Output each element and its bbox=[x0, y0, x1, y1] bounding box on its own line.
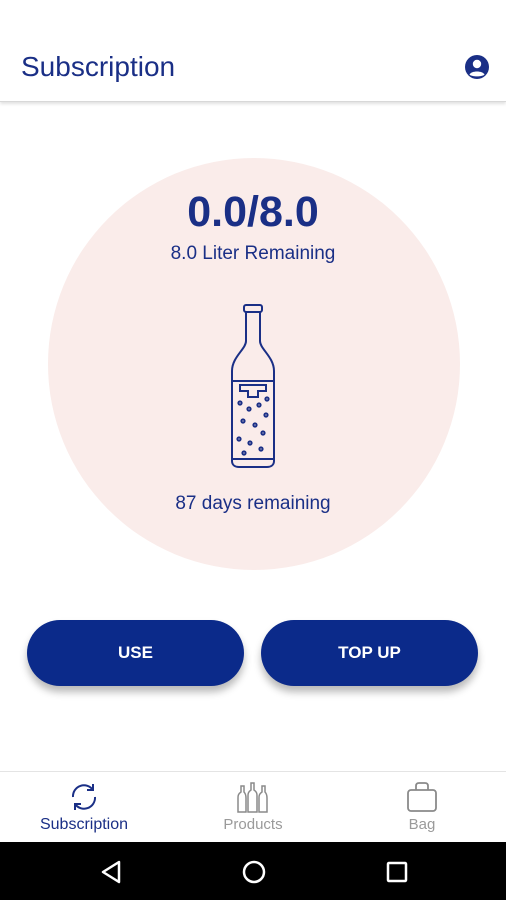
liters-remaining-text: 8.0 Liter Remaining bbox=[170, 243, 336, 264]
use-button[interactable]: USE bbox=[27, 620, 244, 686]
top-up-button[interactable]: TOP UP bbox=[261, 620, 478, 686]
recents-icon[interactable] bbox=[384, 859, 410, 885]
days-remaining-text: 87 days remaining bbox=[175, 493, 331, 514]
nav-label-subscription: Subscription bbox=[39, 816, 129, 833]
app-bar: Subscription bbox=[0, 0, 506, 102]
usage-counter: 0.0/8.0 bbox=[187, 188, 319, 236]
bottom-navigation: Subscription Products Bag bbox=[0, 771, 506, 843]
nav-label-products: Products bbox=[223, 816, 283, 833]
nav-item-bag[interactable]: Bag bbox=[338, 772, 506, 843]
nav-label-bag: Bag bbox=[408, 816, 436, 833]
account-circle-icon[interactable] bbox=[464, 54, 490, 80]
sync-icon bbox=[71, 784, 97, 810]
bottle-icon bbox=[231, 304, 275, 468]
back-icon[interactable] bbox=[98, 859, 124, 885]
bottles-icon bbox=[237, 782, 268, 813]
bag-icon bbox=[407, 782, 437, 812]
page-title: Subscription bbox=[21, 51, 176, 82]
home-icon[interactable] bbox=[241, 859, 267, 885]
system-navigation-bar bbox=[0, 842, 506, 900]
nav-item-subscription[interactable]: Subscription bbox=[0, 772, 168, 843]
nav-item-products[interactable]: Products bbox=[169, 772, 337, 843]
